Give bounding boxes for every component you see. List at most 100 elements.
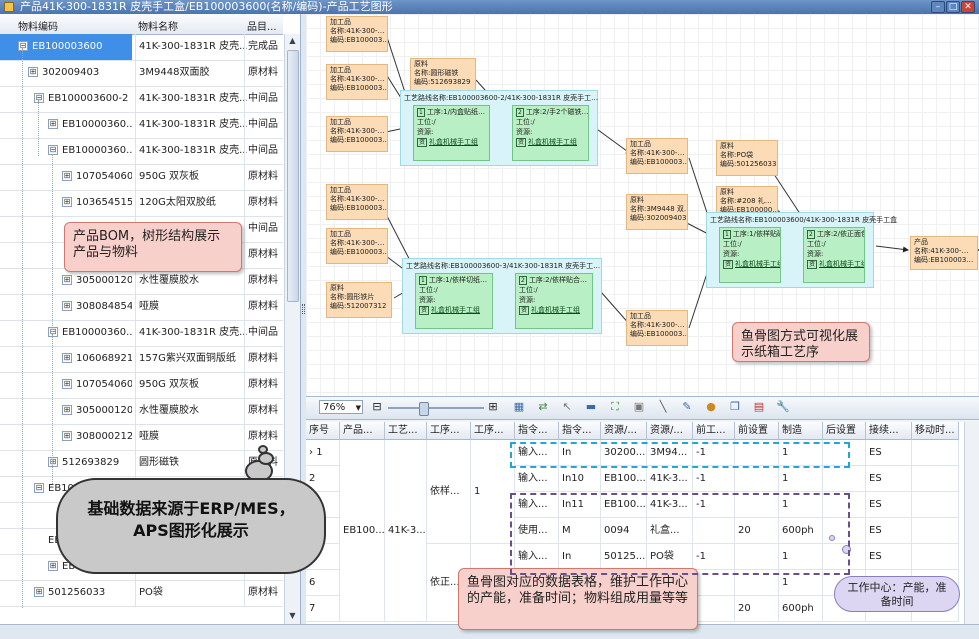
grid-cell[interactable] [735, 466, 779, 492]
close-button[interactable]: ✕ [961, 1, 975, 13]
tree-row[interactable]: ⊟ EB10000360... 41K-300-1831R 皮壳... 中间品 [0, 138, 283, 165]
process-step[interactable]: 2 工序:2/手2个磁铁… 工位:/ 资源: 资礼盒机械手工组 [512, 105, 589, 161]
grid-column-header[interactable]: 工序... [427, 422, 471, 440]
tree-row[interactable]: ⊞ 302009403 3M9448双面胶 原材料 [0, 60, 283, 87]
expand-toggle-icon[interactable]: ⊞ [62, 379, 72, 389]
intermediate-node[interactable]: 加工品 名称:41K-300-… 编码:EB100003… [626, 310, 688, 346]
intermediate-node[interactable]: 加工品 名称:41K-300-… 编码:EB100003… [326, 64, 388, 100]
tree-col-type[interactable]: 品目... [247, 18, 277, 33]
grid-merged-cell[interactable]: 41K-3... [385, 440, 427, 622]
process-route-box[interactable]: 工艺路线名称:EB100003600-2/41K-300-1831R 皮壳手工…… [400, 90, 598, 166]
expand-toggle-icon[interactable]: ⊞ [34, 587, 44, 597]
zoom-slider[interactable] [388, 402, 484, 416]
raw-material-node[interactable]: 原料 名称:PO袋 编码:501256033 [716, 140, 778, 176]
line-icon[interactable]: ╲ [656, 400, 670, 414]
grid-cell[interactable]: ES [866, 466, 912, 492]
tree-row[interactable]: ⊟ EB100003600-2 41K-300-1831R 皮壳... 中间品 [0, 86, 283, 113]
intermediate-node[interactable]: 加工品 名称:41K-300-… 编码:EB100003… [326, 16, 388, 52]
tree-row[interactable]: ⊞ 308084854 哑膜 原材料 [0, 294, 283, 321]
grid-icon[interactable]: ▦ [512, 400, 526, 414]
tree-row[interactable]: ⊞ 305000120 水性覆膜胶水 原材料 [0, 268, 283, 295]
grid-cell[interactable]: ES [866, 544, 912, 570]
process-route-box[interactable]: 工艺路线名称:EB100003600-3/41K-300-1831R 皮壳手工…… [402, 258, 602, 334]
expand-toggle-icon[interactable]: ⊞ [62, 301, 72, 311]
grid-column-header[interactable]: 指令... [559, 422, 601, 440]
grid-column-header[interactable]: 产品... [340, 422, 385, 440]
layout-icon[interactable]: ⇄ [536, 400, 550, 414]
grid-cell[interactable]: -1 [693, 466, 735, 492]
intermediate-node[interactable]: 加工品 名称:41K-300-… 编码:EB100003… [326, 228, 388, 264]
grid-cell[interactable]: ES [866, 440, 912, 466]
expand-toggle-icon[interactable]: ⊞ [62, 171, 72, 181]
raw-material-node[interactable]: 原料 名称:3M9448 双… 编码:302009403 [626, 194, 688, 230]
grid-column-header[interactable]: 制造 [779, 422, 823, 440]
grid-cell[interactable]: 41K-3... [647, 466, 693, 492]
grid-column-header[interactable]: 工艺... [385, 422, 427, 440]
expand-toggle-icon[interactable]: ⊞ [62, 197, 72, 207]
tree-row[interactable]: ⊞ 501256033 PO袋 原材料 [0, 580, 283, 607]
grid-cell[interactable] [912, 518, 959, 544]
zoom-in-icon[interactable]: ⊞ [486, 400, 500, 414]
grid-column-header[interactable]: 前设置 [735, 422, 779, 440]
grid-merged-cell[interactable]: 1 [471, 440, 515, 544]
expand-toggle-icon[interactable]: ⊞ [48, 457, 58, 467]
export-icon[interactable]: ▤ [752, 400, 766, 414]
process-step[interactable]: 2工序:2/依正面包… 工位:/ 资源: 资礼盒机械手工组 [803, 227, 865, 283]
scroll-down-arrow[interactable]: ▼ [285, 609, 300, 623]
grid-cell[interactable]: EB100... [601, 466, 647, 492]
tree-row[interactable]: ⊞ 107054060 950G 双灰板 原材料 [0, 164, 283, 191]
process-step[interactable]: 1 工序:1/依样切纸… 工位:/ 资源: 资礼盒机械手工组 [415, 273, 493, 329]
intermediate-node[interactable]: 加工品 名称:41K-300-… 编码:EB100003… [326, 116, 388, 152]
grid-column-header[interactable]: 工序... [471, 422, 515, 440]
expand-toggle-icon[interactable]: ⊟ [34, 483, 44, 493]
copy-icon[interactable]: ❐ [728, 400, 742, 414]
maximize-button[interactable]: □ [946, 1, 960, 13]
product-node[interactable]: 产品 名称:41K-300-… 编码:EB100003… [910, 236, 978, 270]
resource-name[interactable]: 礼盒机械手工组 [429, 138, 478, 146]
grid-column-header[interactable]: 前工... [693, 422, 735, 440]
tree-col-name[interactable]: 物料名称 [138, 18, 178, 33]
expand-toggle-icon[interactable]: ⊟ [34, 93, 44, 103]
tree-row[interactable]: ›⊟EB10000360041K-300-1831R 皮壳...完成品 [0, 34, 283, 61]
grid-column-header[interactable]: 资源/... [647, 422, 693, 440]
grid-column-header[interactable]: 移动时... [912, 422, 959, 440]
tree-row[interactable]: ⊞EB10000360...41K-300-1831R 皮壳...中间品 [0, 112, 283, 139]
expand-toggle-icon[interactable]: ⊟ [18, 41, 28, 51]
resource-name[interactable]: 礼盒机械手工组 [531, 306, 580, 314]
fit-screen-icon[interactable]: ⛶ [608, 400, 622, 414]
tree-row[interactable]: ⊞ 107054060 950G 双灰板 原材料 [0, 372, 283, 399]
grid-cell[interactable] [912, 440, 959, 466]
intermediate-node[interactable]: 加工品 名称:41K-300-… 编码:EB100003… [326, 184, 388, 220]
process-step[interactable]: 1 工序:1/内盒贴纸… 工位:/ 资源: 资礼盒机械手工组 [413, 105, 490, 161]
expand-toggle-icon[interactable]: ⊞ [62, 431, 72, 441]
grid-cell[interactable]: ES [866, 518, 912, 544]
grid-cell[interactable]: › 1 [306, 440, 340, 466]
scroll-thumb[interactable] [287, 50, 299, 302]
tree-row[interactable]: ⊞ 103654515 120G太阳双胶纸 原材料 [0, 190, 283, 217]
zoom-out-icon[interactable]: ⊟ [370, 400, 384, 414]
resource-name[interactable]: 礼盒机械手工组 [528, 138, 577, 146]
intermediate-node[interactable]: 加工品 名称:41K-300-… 编码:EB100003… [626, 138, 688, 174]
grid-cell[interactable] [912, 466, 959, 492]
minimize-button[interactable]: – [931, 1, 945, 13]
grid-merged-cell[interactable]: 依样... [427, 440, 471, 544]
zoom-slider-thumb[interactable] [419, 402, 429, 416]
grid-column-header[interactable]: 指令... [515, 422, 559, 440]
tree-row[interactable]: ⊞ 305000120 水性覆膜胶水 原材料 [0, 398, 283, 425]
grid-column-header[interactable]: 序号 [306, 422, 340, 440]
grid-cell[interactable]: 6 [306, 570, 340, 596]
expand-toggle-icon[interactable]: ⊞ [62, 405, 72, 415]
save-icon[interactable]: ▣ [632, 400, 646, 414]
expand-toggle-icon[interactable]: ⊞ [62, 353, 72, 363]
resource-name[interactable]: 礼盒机械手工组 [431, 306, 480, 314]
grid-cell[interactable]: 600ph [779, 596, 823, 622]
process-step[interactable]: 1工序:1/依样贴磁… 工位:/ 资源: 资礼盒机械手工组 [719, 227, 781, 283]
grid-cell[interactable] [912, 492, 959, 518]
grid-cell[interactable]: 输入... [515, 466, 559, 492]
tree-row[interactable]: ⊞ 308000212 哑膜 原材料 [0, 424, 283, 451]
resource-name[interactable]: 礼盒机械手工组 [819, 260, 864, 268]
palette-icon[interactable]: ● [704, 400, 718, 414]
expand-toggle-icon[interactable]: ⊞ [28, 67, 38, 77]
grid-cell[interactable]: 1 [779, 466, 823, 492]
expand-toggle-icon[interactable]: ⊞ [48, 119, 58, 129]
